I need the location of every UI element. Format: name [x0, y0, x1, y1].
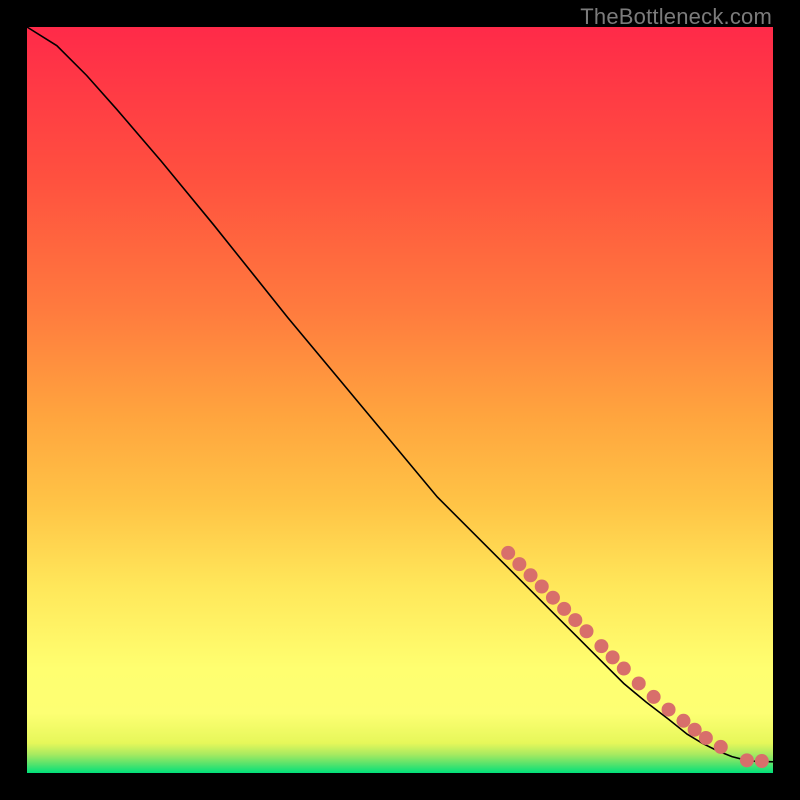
chart-marker	[535, 580, 549, 594]
chart-marker	[580, 624, 594, 638]
chart-marker	[557, 602, 571, 616]
chart-marker	[546, 591, 560, 605]
chart-marker	[662, 703, 676, 717]
chart-marker	[755, 754, 769, 768]
chart-marker	[594, 639, 608, 653]
chart-marker	[501, 546, 515, 560]
chart-marker	[676, 714, 690, 728]
chart-marker	[606, 650, 620, 664]
chart-marker	[714, 740, 728, 754]
chart-curve	[27, 27, 773, 762]
chart-marker	[512, 557, 526, 571]
chart-plot-area	[27, 27, 773, 773]
chart-marker	[688, 723, 702, 737]
chart-markers	[501, 546, 769, 768]
chart-marker	[617, 662, 631, 676]
chart-marker	[524, 568, 538, 582]
chart-svg-layer	[27, 27, 773, 773]
chart-marker	[740, 753, 754, 767]
chart-marker	[647, 690, 661, 704]
chart-marker	[568, 613, 582, 627]
chart-marker	[632, 676, 646, 690]
watermark-text: TheBottleneck.com	[580, 4, 772, 30]
chart-stage: TheBottleneck.com	[0, 0, 800, 800]
chart-marker	[699, 731, 713, 745]
